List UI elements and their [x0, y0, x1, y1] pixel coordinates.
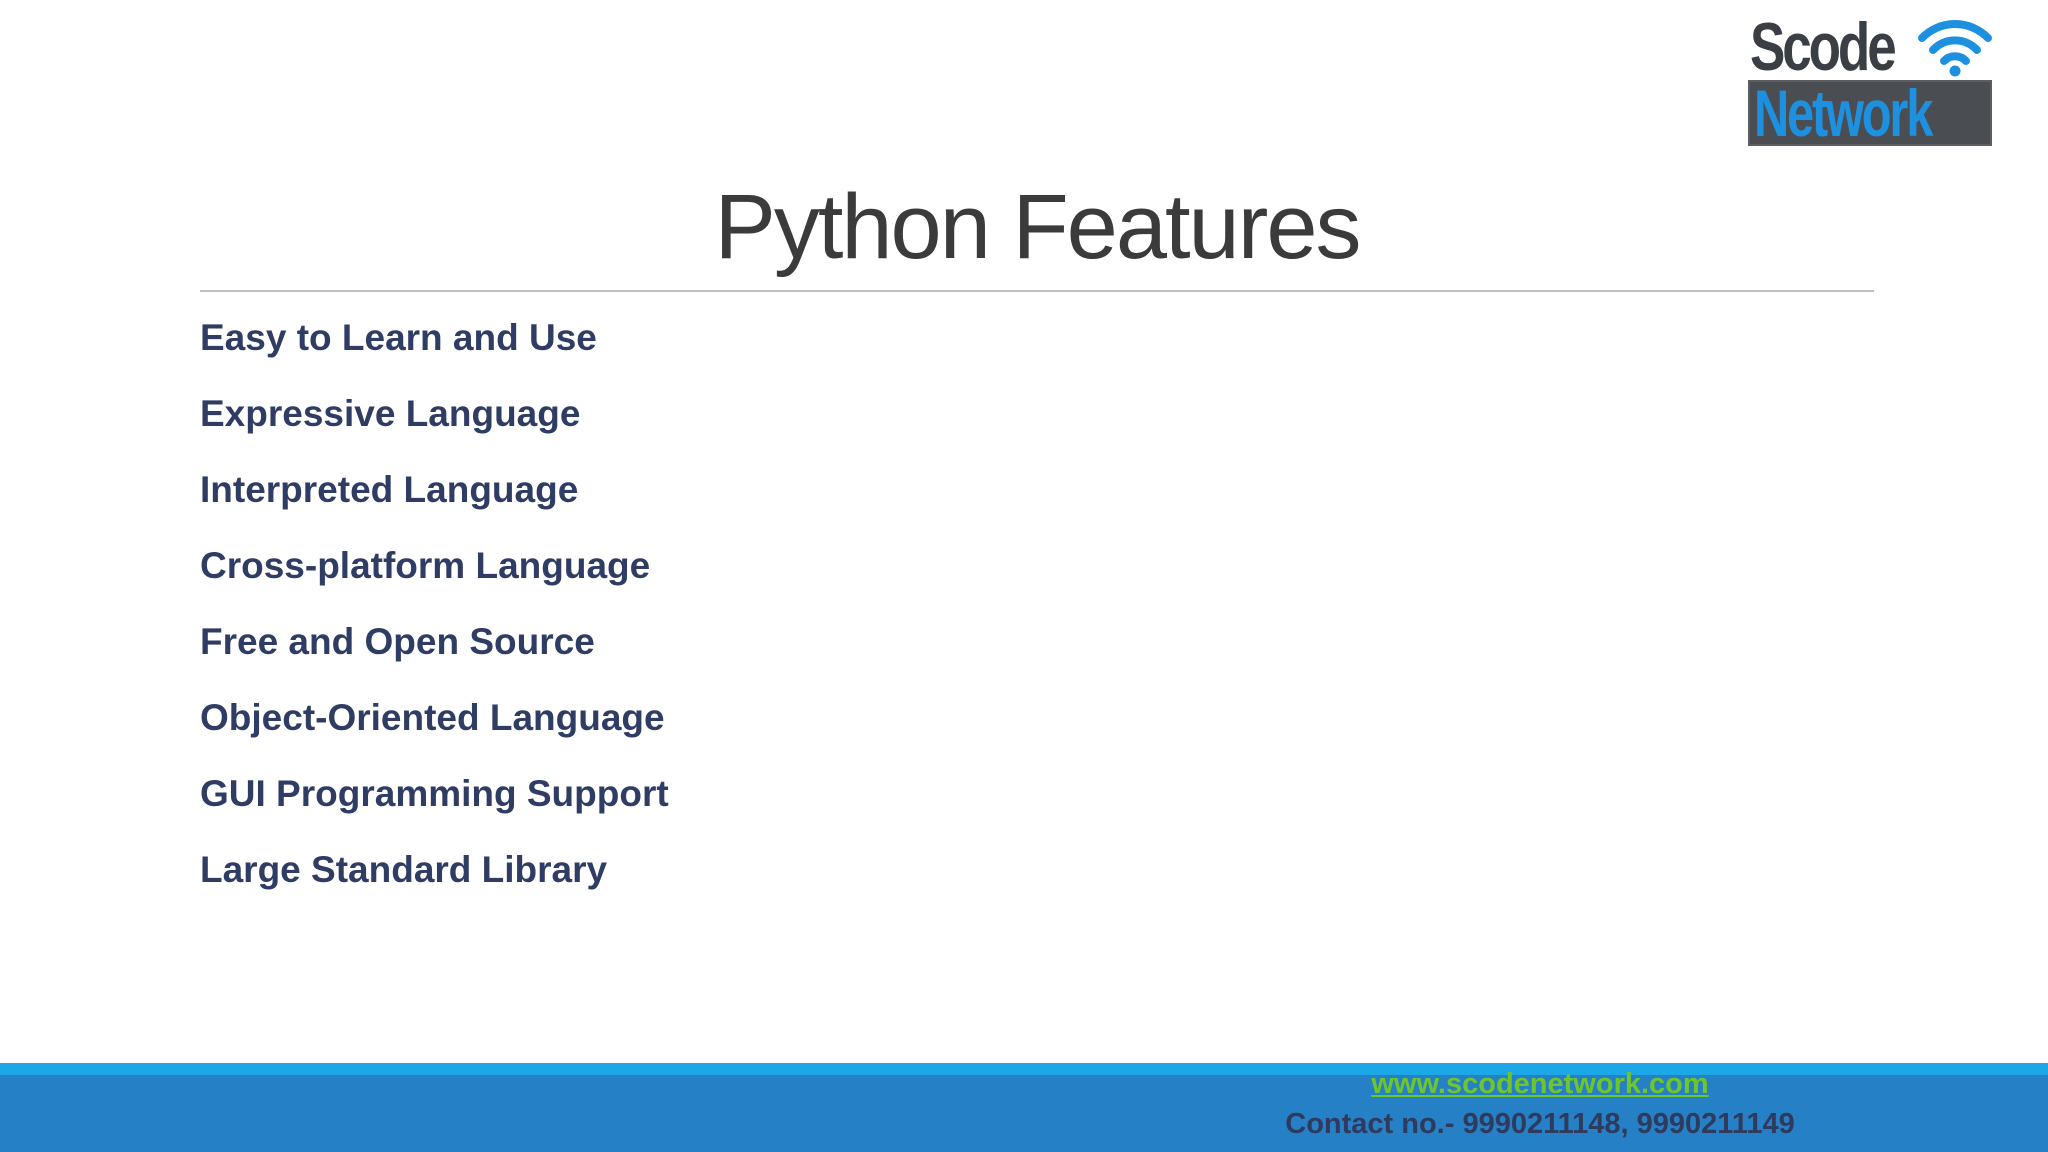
logo-top-text: Scode	[1750, 9, 1897, 85]
feature-item: Interpreted Language	[200, 469, 579, 510]
slide: Scode Network Python Features Easy to Le…	[0, 0, 2048, 1152]
feature-item: Easy to Learn and Use	[200, 317, 597, 358]
feature-item: GUI Programming Support	[200, 773, 669, 814]
logo-bottom-box: Network	[1748, 76, 1992, 150]
feature-item: Object-Oriented Language	[200, 697, 665, 738]
feature-item: Expressive Language	[200, 393, 581, 434]
website-link[interactable]: www.scodenetwork.com	[1270, 1064, 1810, 1104]
feature-item: Cross-platform Language	[200, 545, 651, 586]
contact-info: Contact no.- 9990211148, 9990211149	[1285, 1108, 1795, 1140]
feature-item: Large Standard Library	[200, 849, 608, 890]
feature-item: Free and Open Source	[200, 621, 595, 662]
feature-list: Easy to Learn and Use Expressive Languag…	[200, 310, 669, 918]
wifi-icon	[1918, 20, 1992, 77]
page-title: Python Features	[714, 176, 1361, 278]
scode-network-logo: Scode Network	[1748, 10, 1996, 148]
title-divider	[200, 290, 1874, 292]
logo-bottom-text: Network	[1754, 76, 1933, 150]
